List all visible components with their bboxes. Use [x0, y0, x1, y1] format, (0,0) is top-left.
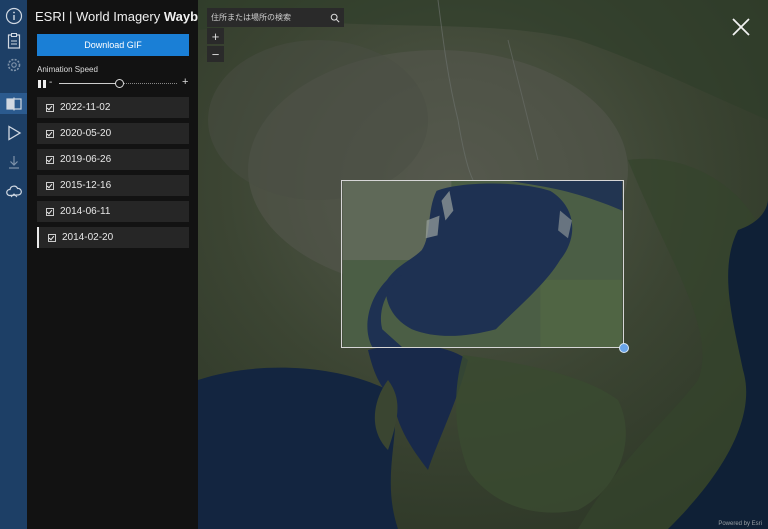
swipe-frame[interactable] [341, 180, 624, 348]
checkbox-icon[interactable] [46, 155, 54, 164]
zoom-in-button[interactable]: + [207, 28, 224, 44]
historic-imagery [342, 181, 623, 347]
map-credit: Powered by Esri [718, 521, 762, 527]
animation-speed-label: Animation Speed [37, 65, 98, 74]
speed-slider-fill [59, 83, 119, 84]
checkbox-icon[interactable] [46, 129, 54, 138]
speed-slider-handle[interactable] [115, 79, 124, 88]
animation-speed-control: - + [37, 76, 192, 90]
checkbox-icon[interactable] [48, 233, 56, 242]
search-box [207, 8, 344, 27]
zoom-controls: + − [207, 28, 224, 64]
cloud-icon[interactable] [3, 180, 24, 201]
release-item[interactable]: 2020-05-20 [37, 123, 189, 144]
search-input[interactable] [207, 9, 326, 26]
release-date: 2014-06-11 [60, 206, 111, 217]
release-date: 2019-06-26 [60, 154, 112, 165]
speed-decrease[interactable]: - [49, 77, 52, 88]
close-icon[interactable] [730, 16, 752, 38]
checkbox-icon[interactable] [46, 207, 54, 216]
wayback-panel: ESRI | World Imagery Wayback Download GI… [27, 0, 220, 529]
gear-icon[interactable] [3, 54, 24, 75]
release-date: 2015-12-16 [60, 180, 112, 191]
release-date: 2022-11-02 [60, 102, 111, 113]
release-item[interactable]: 2019-06-26 [37, 149, 189, 170]
zoom-out-button[interactable]: − [207, 46, 224, 62]
swipe-icon[interactable] [0, 93, 27, 114]
info-icon[interactable] [3, 5, 24, 26]
app-title-prefix: ESRI | World Imagery [35, 9, 164, 24]
speed-increase[interactable]: + [182, 76, 188, 88]
pause-icon[interactable] [38, 80, 46, 88]
release-item[interactable]: 2015-12-16 [37, 175, 189, 196]
play-icon[interactable] [3, 122, 24, 143]
release-list: 2022-11-02 2020-05-20 2019-06-26 2015-12… [37, 97, 189, 253]
download-icon[interactable] [3, 151, 24, 172]
swipe-resize-handle[interactable] [619, 343, 629, 353]
clipboard-icon[interactable] [3, 30, 24, 51]
satellite-map[interactable]: Powered by Esri [198, 0, 768, 529]
checkbox-icon[interactable] [46, 181, 54, 190]
release-item-active[interactable]: 2014-02-20 [37, 227, 189, 248]
app-title: ESRI | World Imagery Wayback [35, 9, 220, 24]
release-date: 2014-02-20 [62, 232, 114, 243]
release-item[interactable]: 2014-06-11 [37, 201, 189, 222]
download-gif-button[interactable]: Download GIF [37, 34, 189, 56]
release-date: 2020-05-20 [60, 128, 112, 139]
checkbox-icon[interactable] [46, 103, 54, 112]
search-icon[interactable] [325, 8, 344, 27]
icon-rail [0, 0, 28, 529]
release-item[interactable]: 2022-11-02 [37, 97, 189, 118]
